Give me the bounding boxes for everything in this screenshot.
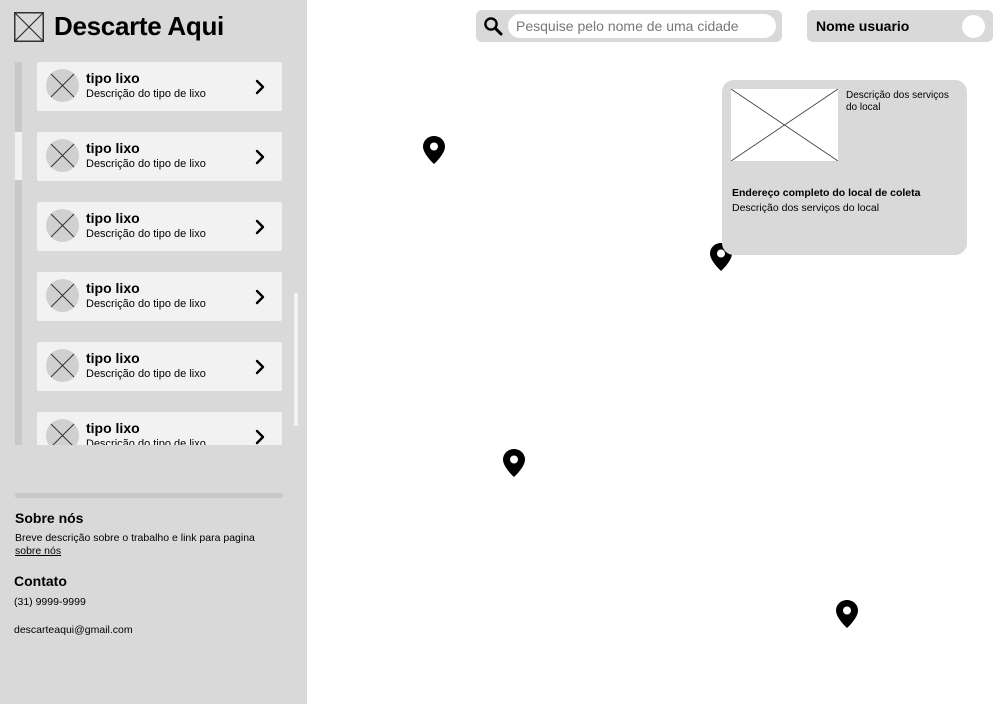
about-text: Breve descrição sobre o trabalho e link … xyxy=(15,532,285,558)
waste-type-image-icon xyxy=(46,419,79,445)
brand[interactable]: Descarte Aqui xyxy=(14,11,224,42)
contact-phone: (31) 9999-9999 xyxy=(14,596,86,608)
list-item-description: Descrição do tipo de lixo xyxy=(86,88,206,100)
user-name: Nome usuario xyxy=(816,18,910,34)
about-title: Sobre nós xyxy=(15,510,84,526)
logo-placeholder-icon xyxy=(14,11,44,42)
city-search-input[interactable] xyxy=(508,14,776,38)
location-popup[interactable]: Descrição dos serviços do local Endereço… xyxy=(722,80,967,255)
waste-type-image-icon xyxy=(46,69,79,102)
list-item-title: tipo lixo xyxy=(86,280,140,296)
waste-type-image-icon xyxy=(46,139,79,172)
chevron-right-icon[interactable] xyxy=(255,149,265,165)
list-scrollbar[interactable] xyxy=(294,293,298,426)
location-image-placeholder-icon xyxy=(731,89,838,161)
list-item-description: Descrição do tipo de lixo xyxy=(86,228,206,240)
popup-services-summary: Descrição dos serviços do local xyxy=(846,90,949,113)
waste-type-list[interactable]: tipo lixo Descrição do tipo de lixo tipo l… xyxy=(0,62,307,445)
list-scroll-thumb[interactable] xyxy=(15,132,22,180)
chevron-right-icon[interactable] xyxy=(255,219,265,235)
map-pin-icon[interactable] xyxy=(502,448,526,478)
list-item-title: tipo lixo xyxy=(86,140,140,156)
list-item[interactable]: tipo lixo Descrição do tipo de lixo xyxy=(37,62,282,111)
user-menu[interactable]: Nome usuario xyxy=(807,10,993,42)
chevron-right-icon[interactable] xyxy=(255,429,265,445)
contact-email: descarteaqui@gmail.com xyxy=(14,624,133,636)
chevron-right-icon[interactable] xyxy=(255,359,265,375)
popup-address: Endereço completo do local de coleta xyxy=(732,187,921,199)
list-scroll-track xyxy=(15,62,22,445)
search-icon[interactable] xyxy=(483,16,503,36)
app-title: Descarte Aqui xyxy=(54,11,224,41)
search-bar xyxy=(476,10,782,42)
map-pin-icon[interactable] xyxy=(835,599,859,629)
list-item[interactable]: tipo lixo Descrição do tipo de lixo xyxy=(37,412,282,445)
waste-type-image-icon xyxy=(46,279,79,312)
list-item-description: Descrição do tipo de lixo xyxy=(86,368,206,380)
about-description: Breve descrição sobre o trabalho e link … xyxy=(15,532,255,544)
waste-type-image-icon xyxy=(46,209,79,242)
contact-title: Contato xyxy=(14,573,67,589)
list-item[interactable]: tipo lixo Descrição do tipo de lixo xyxy=(37,272,282,321)
waste-type-image-icon xyxy=(46,349,79,382)
list-item-title: tipo lixo xyxy=(86,350,140,366)
list-item-description: Descrição do tipo de lixo xyxy=(86,158,206,170)
sidebar: Descarte Aqui tipo lixo Descrição do tipo… xyxy=(0,0,307,704)
list-item[interactable]: tipo lixo Descrição do tipo de lixo xyxy=(37,132,282,181)
list-item[interactable]: tipo lixo Descrição do tipo de lixo xyxy=(37,342,282,391)
list-item-title: tipo lixo xyxy=(86,210,140,226)
about-link[interactable]: sobre nós xyxy=(15,545,61,557)
popup-services: Descrição dos serviços do local xyxy=(732,202,880,214)
list-item-title: tipo lixo xyxy=(86,420,140,436)
list-item-description: Descrição do tipo de lixo xyxy=(86,298,206,310)
chevron-right-icon[interactable] xyxy=(255,79,265,95)
list-item[interactable]: tipo lixo Descrição do tipo de lixo xyxy=(37,202,282,251)
list-item-description: Descrição do tipo de lixo xyxy=(86,438,206,445)
map-pin-icon[interactable] xyxy=(422,135,446,165)
avatar[interactable] xyxy=(962,15,985,38)
sidebar-divider xyxy=(15,493,283,498)
chevron-right-icon[interactable] xyxy=(255,289,265,305)
list-item-title: tipo lixo xyxy=(86,70,140,86)
